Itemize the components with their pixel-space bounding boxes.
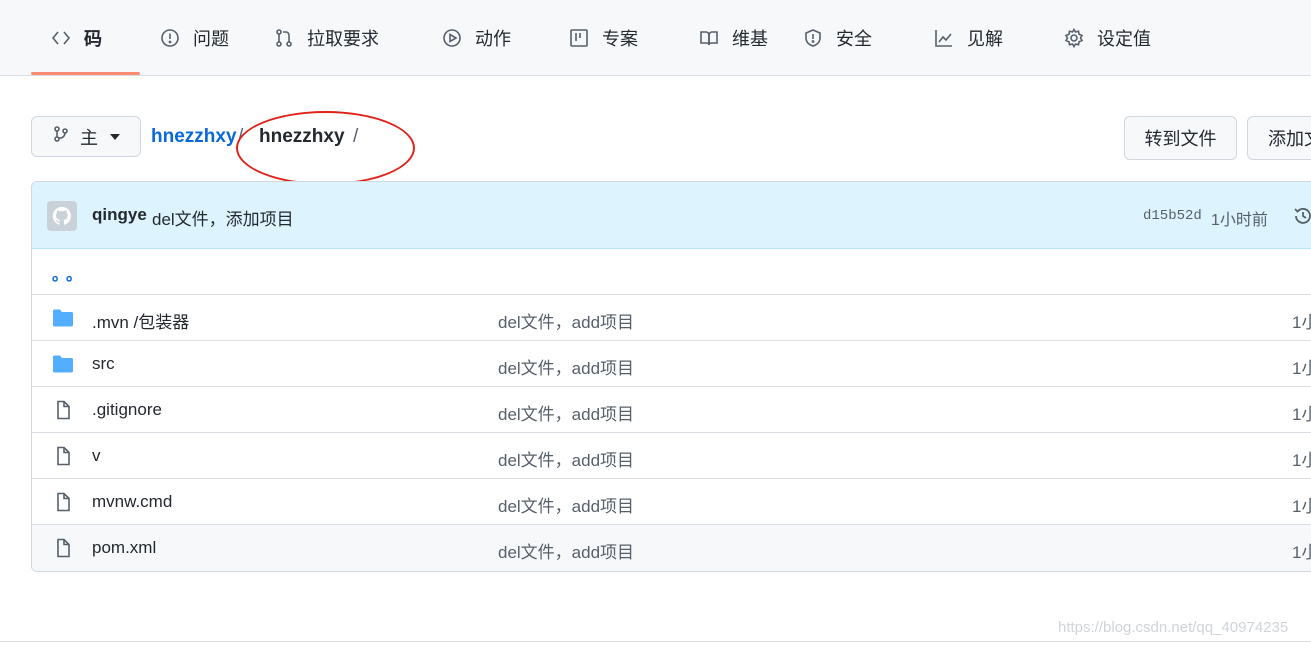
tab-settings[interactable]: 设定值 (1063, 0, 1151, 76)
footer-divider (0, 641, 1311, 642)
parent-directory-link[interactable]: 。。 (52, 261, 88, 285)
file-time: 1小时前 (1292, 543, 1311, 562)
branch-name: 主 (80, 127, 98, 148)
github-avatar-icon[interactable] (47, 201, 77, 231)
repo-nav-tabs: 码 问题 拉取要求 动作 专案 维基 安全 见解 设定值 (0, 0, 1311, 76)
file-commit-message[interactable]: del文件，add项目 (498, 354, 634, 379)
red-annotation-circle (236, 111, 415, 185)
history-icon[interactable] (1293, 206, 1311, 226)
tab-label: 问题 (193, 29, 229, 49)
file-icon (52, 492, 74, 512)
gear-icon (1063, 27, 1085, 49)
file-time: 1小时前 (1292, 451, 1311, 470)
file-time: 1小时前 (1292, 313, 1311, 332)
git-branch-icon (52, 125, 70, 148)
table-row[interactable]: mvnw.cmd del文件，add项目 1小时前 (32, 479, 1311, 525)
file-icon (52, 538, 74, 558)
tab-actions[interactable]: 动作 (441, 0, 511, 76)
file-name[interactable]: pom.xml (92, 538, 156, 558)
table-row[interactable]: src del文件，add项目 1小时前 (32, 341, 1311, 387)
tab-code[interactable]: 码 (50, 0, 102, 76)
branch-select-button[interactable]: 主 (31, 116, 141, 157)
code-icon (50, 27, 72, 49)
table-row[interactable]: .gitignore del文件，add项目 1小时前 (32, 387, 1311, 433)
tab-label: 安全 (836, 29, 872, 49)
table-row[interactable]: pom.xml del文件，add项目 1小时前 (32, 525, 1311, 571)
file-commit-message[interactable]: del文件，add项目 (498, 400, 634, 425)
tab-projects[interactable]: 专案 (568, 0, 638, 76)
tab-insights[interactable]: 见解 (933, 0, 1003, 76)
table-row[interactable]: v del文件，add项目 1小时前 (32, 433, 1311, 479)
active-tab-indicator (31, 72, 140, 75)
file-name[interactable]: .mvn /包装器 (92, 308, 189, 333)
graph-icon (933, 27, 955, 49)
book-icon (698, 27, 720, 49)
tab-label: 见解 (967, 29, 1003, 49)
breadcrumb-repo-link[interactable]: hnezzhxy (151, 126, 237, 148)
tab-pull-requests[interactable]: 拉取要求 (273, 0, 379, 76)
tab-label: 专案 (602, 29, 638, 49)
go-to-file-button[interactable]: 转到文件 (1124, 116, 1237, 160)
tab-label: 动作 (475, 29, 511, 49)
folder-icon (52, 354, 74, 374)
file-name[interactable]: src (92, 354, 115, 374)
chevron-down-icon (110, 133, 120, 140)
play-icon (441, 27, 463, 49)
file-name[interactable]: mvnw.cmd (92, 492, 172, 512)
file-commit-message[interactable]: del文件，add项目 (498, 308, 634, 333)
add-file-button[interactable]: 添加文件 (1247, 116, 1311, 160)
file-time: 1小时前 (1292, 405, 1311, 424)
file-time: 1小时前 (1292, 359, 1311, 378)
commit-sha[interactable]: d15b52d (1143, 208, 1202, 224)
file-time: 1小时前 (1292, 497, 1311, 516)
file-name[interactable]: v (92, 446, 101, 466)
pull-request-icon (273, 27, 295, 49)
tab-issues[interactable]: 问题 (159, 0, 229, 76)
tab-label: 拉取要求 (307, 29, 379, 49)
file-list-box: qingye del文件，添加项目 d15b52d 1小时前 。。 .mvn /… (31, 181, 1311, 572)
tab-label: 码 (84, 29, 102, 49)
commit-message[interactable]: del文件，添加项目 (152, 205, 294, 230)
tab-label: 维基 (732, 29, 768, 49)
commit-author[interactable]: qingye (92, 205, 147, 225)
file-commit-message[interactable]: del文件，add项目 (498, 492, 634, 517)
folder-icon (52, 308, 74, 328)
tab-wiki[interactable]: 维基 (698, 0, 768, 76)
tab-security[interactable]: 安全 (802, 0, 872, 76)
file-commit-message[interactable]: del文件，add项目 (498, 446, 634, 471)
file-icon (52, 446, 74, 466)
latest-commit-bar: qingye del文件，添加项目 d15b52d 1小时前 (32, 182, 1311, 249)
file-icon (52, 400, 74, 420)
parent-directory-row[interactable]: 。。 (32, 249, 1311, 295)
tab-label: 设定值 (1097, 29, 1151, 49)
shield-icon (802, 27, 824, 49)
file-name[interactable]: .gitignore (92, 400, 162, 420)
commit-time: 1小时前 (1211, 212, 1268, 229)
project-icon (568, 27, 590, 49)
file-commit-message[interactable]: del文件，add项目 (498, 538, 634, 563)
issue-icon (159, 27, 181, 49)
watermark: https://blog.csdn.net/qq_40974235 (1058, 619, 1289, 636)
table-row[interactable]: .mvn /包装器 del文件，add项目 1小时前 (32, 295, 1311, 341)
